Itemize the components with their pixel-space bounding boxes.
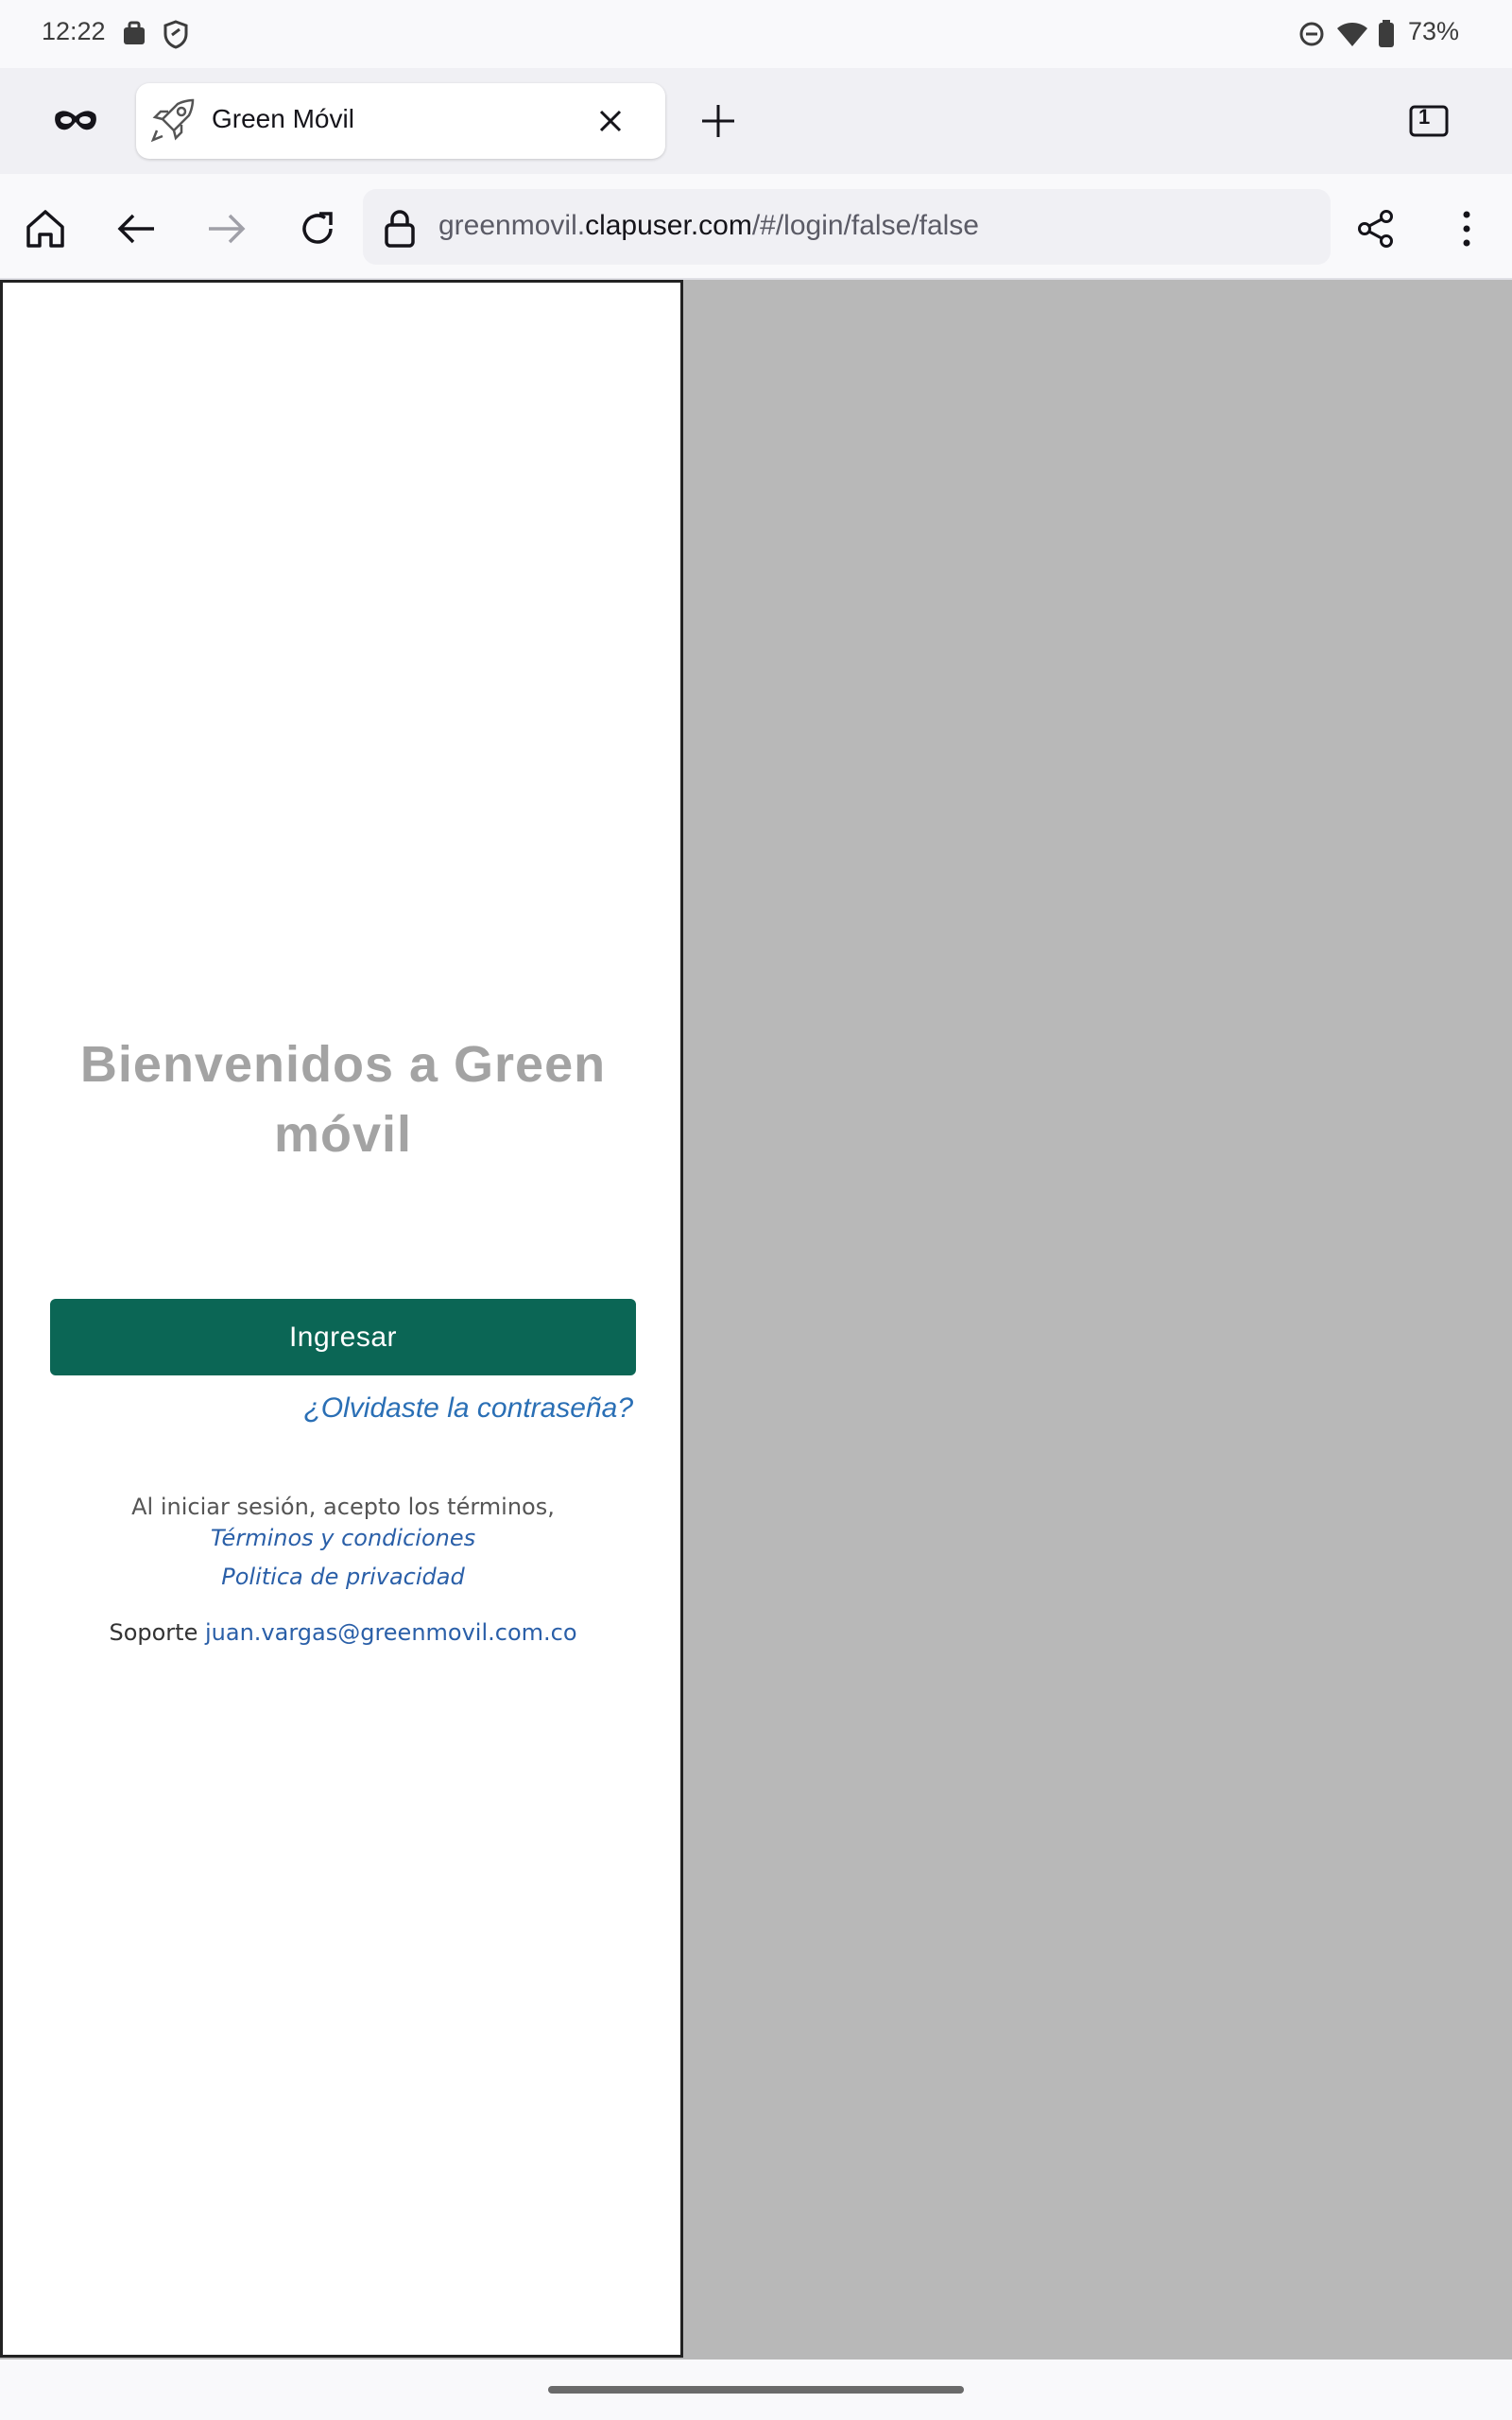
home-gesture-handle[interactable] [548,2386,964,2394]
wifi-icon [1336,21,1368,51]
tab-strip: Green Móvil 1 [0,68,1512,174]
mask-icon[interactable] [47,96,104,146]
url-prefix: greenmovil. [438,210,586,241]
browser-toolbar: greenmovil.clapuser.com/#/login/false/fa… [0,174,1512,280]
tab-counter-button[interactable]: 1 [1404,100,1453,142]
privacy-policy-link-text[interactable]: Politica de privacidad [221,1564,464,1590]
support-label: Soporte [109,1619,198,1646]
login-button[interactable]: Ingresar [50,1299,636,1375]
home-icon[interactable] [19,202,72,255]
more-menu-icon[interactable] [1440,202,1493,255]
plus-icon[interactable] [696,96,741,146]
tab-title: Green Móvil [212,104,354,133]
forward-arrow-icon[interactable] [200,202,253,255]
url-path: /#/login/false/false [751,210,979,241]
navigation-bar [0,2360,1512,2420]
terms-conditions-link: Términos y condiciones [3,1525,683,1551]
welcome-heading: Bienvenidos a Green móvil [79,1036,607,1163]
reload-icon[interactable] [291,202,344,255]
do-not-disturb-icon [1298,21,1325,51]
forgot-password-link[interactable]: ¿Olvidaste la contraseña? [303,1392,633,1425]
rocket-icon [149,96,197,147]
shield-icon [163,19,189,53]
web-content: Bienvenidos a Green móvil Ingresar ¿Olvi… [0,280,1512,2360]
url-bar[interactable]: greenmovil.clapuser.com/#/login/false/fa… [363,189,1331,265]
tab-count: 1 [1418,105,1431,129]
battery-icon [1374,19,1399,53]
url-text: greenmovil.clapuser.com/#/login/false/fa… [438,210,979,242]
support-email-link[interactable]: juan.vargas@greenmovil.com.co [205,1619,577,1646]
status-time: 12:22 [42,17,106,45]
back-arrow-icon[interactable] [110,202,163,255]
status-bar: 12:22 73% [0,0,1512,68]
lock-icon[interactable] [384,208,416,251]
support-line: Soporte juan.vargas@greenmovil.com.co [3,1619,683,1646]
privacy-policy-link: Politica de privacidad [3,1564,683,1590]
close-tab-icon[interactable] [590,100,631,142]
terms-conditions-link-text[interactable]: Términos y condiciones [211,1525,475,1551]
terms-intro-text: Al iniciar sesión, acepto los términos, [131,1494,555,1520]
login-page: Bienvenidos a Green móvil Ingresar ¿Olvi… [0,280,683,2358]
tab-active[interactable]: Green Móvil [136,83,665,159]
briefcase-icon [121,19,149,53]
url-domain: clapuser.com [585,210,752,241]
share-icon[interactable] [1349,202,1402,255]
battery-percentage: 73% [1407,17,1459,45]
